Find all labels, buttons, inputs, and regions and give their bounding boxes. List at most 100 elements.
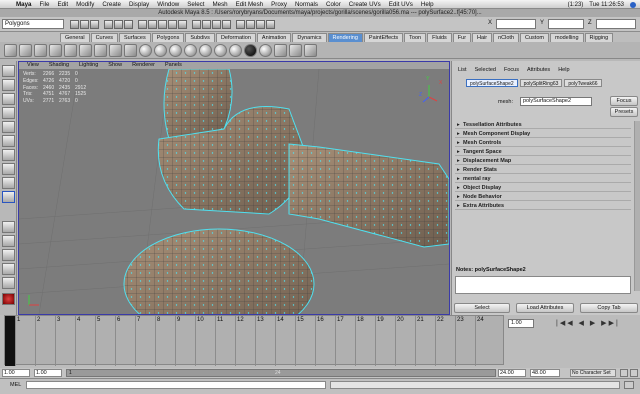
shelf-tab-toon[interactable]: Toon [404,33,427,42]
soft-modification-icon[interactable] [2,163,15,175]
character-set-dropdown[interactable]: No Character Set [570,369,616,377]
copy-tab-button[interactable]: Copy Tab [580,303,638,313]
mesh-name-field[interactable]: polySurfaceShape2 [520,97,592,106]
menu-create[interactable]: Create [102,1,121,8]
focus-button[interactable]: Focus [610,96,638,106]
notes-field[interactable] [455,276,631,294]
vp-menu-lighting[interactable]: Lighting [79,62,98,69]
section-tessellation[interactable]: Tessellation Attributes [455,121,631,129]
z-field[interactable] [596,19,636,29]
volume-light-icon[interactable] [124,43,137,57]
spotlight-icon[interactable] [630,1,636,8]
attr-menu-selected[interactable]: Selected [475,67,496,75]
camera-aim-icon[interactable] [34,43,47,57]
menu-proxy[interactable]: Proxy [271,1,287,8]
x-field[interactable] [496,19,536,29]
select-button[interactable]: Select [454,303,510,313]
render-icon[interactable] [246,20,255,29]
section-object-display[interactable]: Object Display [455,184,631,192]
mask-joints-icon[interactable] [148,20,157,29]
menu-help[interactable]: Help [421,1,434,8]
section-mesh-controls[interactable]: Mesh Controls [455,139,631,147]
universal-manipulator-icon[interactable] [2,149,15,161]
surface-shader-icon[interactable] [244,43,257,57]
mask-deformers-icon[interactable] [178,20,187,29]
snap-surface-icon[interactable] [222,20,231,29]
layout-outliner-icon[interactable] [2,263,15,275]
auto-key-icon[interactable] [620,369,628,377]
section-tangent-space[interactable]: Tangent Space [455,148,631,156]
vp-menu-renderer[interactable]: Renderer [132,62,155,69]
anisotropic-material-icon[interactable] [199,43,212,57]
time-ruler[interactable]: 1 2 3 4 5 6 7 8 9 10 11 12 13 14 15 16 17 18 19 20 21 22 23 24 [4,315,504,366]
tab-polysurfaceshape2[interactable]: polySurfaceShape2 [466,79,518,87]
shelf-tab-fur[interactable]: Fur [452,33,472,42]
last-tool-icon[interactable] [2,191,15,203]
menu-file[interactable]: File [39,1,49,8]
shelf-tab-polygons[interactable]: Polygons [151,33,185,42]
menu-modify[interactable]: Modify [76,1,94,8]
anim-prefs-icon[interactable] [630,369,638,377]
point-light-icon[interactable] [79,43,92,57]
current-frame-field[interactable]: 1.00 [508,319,534,328]
menu-app-maya[interactable]: Maya [16,1,31,8]
use-background-icon[interactable] [259,43,272,57]
attr-menu-help[interactable]: Help [558,67,569,75]
attr-scrollbar[interactable] [634,121,640,291]
layout-side-icon[interactable] [2,249,15,261]
phonge-material-icon[interactable] [184,43,197,57]
snap-point-icon[interactable] [212,20,221,29]
menu-edit-mesh[interactable]: Edit Mesh [236,1,264,8]
shelf-tab-ncloth[interactable]: nCloth [493,33,520,42]
menu-select[interactable]: Select [187,1,204,8]
mask-curves-icon[interactable] [158,20,167,29]
mask-handles-icon[interactable] [138,20,147,29]
shelf-tab-hair[interactable]: Hair [472,33,493,42]
paint-select-tool-icon[interactable] [2,93,15,105]
shelf-tab-custom[interactable]: Custom [520,33,549,42]
shelf-tab-general[interactable]: General [60,33,90,42]
mask-surfaces-icon[interactable] [168,20,177,29]
ipr-render-icon[interactable] [256,20,265,29]
vp-menu-shading[interactable]: Shading [49,62,69,69]
range-slider[interactable]: 1 24 [66,369,496,377]
camera-icon[interactable] [19,43,32,57]
scale-tool-icon[interactable] [2,135,15,147]
attr-menu-focus[interactable]: Focus [504,67,519,75]
lasso-tool-icon[interactable] [2,79,15,91]
shelf-tab-painteffects[interactable]: PaintEffects [363,33,404,42]
rotate-tool-icon[interactable] [2,121,15,133]
show-manipulator-icon[interactable] [2,177,15,189]
shelf-tab-rendering[interactable]: Rendering [327,33,363,42]
section-mental-ray[interactable]: mental ray [455,175,631,183]
vp-menu-panels[interactable]: Panels [165,62,182,69]
playback-end-field[interactable]: 24.00 [498,369,526,377]
shelf-tab-rigging[interactable]: Rigging [584,33,614,42]
ambient-light-icon[interactable] [49,43,62,57]
shelf-tab-subdivs[interactable]: Subdivs [185,33,215,42]
select-object-icon[interactable] [114,20,123,29]
open-scene-icon[interactable] [80,20,89,29]
presets-button[interactable]: Presets [610,107,638,117]
section-mesh-component-display[interactable]: Mesh Component Display [455,130,631,138]
history-icon[interactable] [236,20,245,29]
layered-shader-icon[interactable] [214,43,227,57]
current-frame-marker[interactable] [5,316,15,366]
render-settings-icon[interactable] [266,20,275,29]
load-attributes-button[interactable]: Load Attributes [516,303,574,313]
hypershade-icon[interactable] [304,43,317,57]
layout-single-icon[interactable] [2,221,15,233]
phong-material-icon[interactable] [169,43,182,57]
menu-edit[interactable]: Edit [57,1,68,8]
shelf-tab-animation[interactable]: Animation [256,33,292,42]
anim-end-field[interactable]: 48.00 [530,369,560,377]
spot-light-icon[interactable] [94,43,107,57]
menu-mesh[interactable]: Mesh [212,1,227,8]
shelf-tab-surfaces[interactable]: Surfaces [119,33,151,42]
ramp-shader-icon[interactable] [229,43,242,57]
ipr-icon[interactable] [289,43,302,57]
new-scene-icon[interactable] [70,20,79,29]
viewport-panel[interactable]: View Shading Lighting Show Renderer Pane… [18,61,450,315]
playback-start-field[interactable]: 1.00 [34,369,62,377]
playback-controls[interactable]: |◀◀ ◀ ▶ ▶▶| [556,319,620,327]
